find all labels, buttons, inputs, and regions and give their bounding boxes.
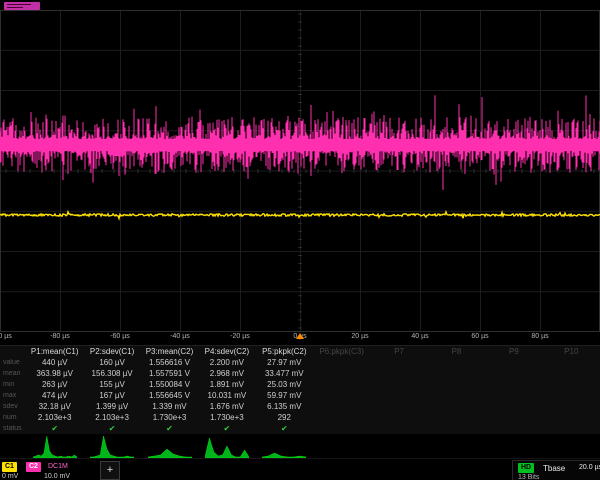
time-label: -40 µs — [170, 333, 190, 340]
measure-cell: 2.103e+3 — [83, 413, 140, 422]
time-label: -80 µs — [50, 333, 70, 340]
timebase-value: 20.0 µs/div — [579, 464, 600, 471]
measure-cell: 156.308 µV — [83, 369, 140, 378]
histicon-p1 — [33, 434, 77, 458]
oscilloscope-screen: -100 µs-80 µs-60 µs-40 µs-20 µs0 µs20 µs… — [0, 0, 600, 480]
time-label: 20 µs — [351, 333, 368, 340]
measure-cell: 474 µV — [26, 391, 83, 400]
measure-header-p7[interactable]: P7 — [370, 347, 427, 356]
time-label: 80 µs — [531, 333, 548, 340]
measure-cell: 1.556616 V — [141, 358, 198, 367]
measure-cell: 1.676 mV — [198, 402, 255, 411]
time-label: -20 µs — [230, 333, 250, 340]
measure-cell: 1.557591 V — [141, 369, 198, 378]
measure-header-p3[interactable]: P3:mean(C2) — [141, 347, 198, 356]
measure-cell: 25.03 mV — [256, 380, 313, 389]
measure-row-label: sdev — [0, 403, 26, 410]
measure-cell: 10.031 mV — [198, 391, 255, 400]
measure-cell: 2.968 mV — [198, 369, 255, 378]
measure-header-p1[interactable]: P1:mean(C1) — [26, 347, 83, 356]
measure-header-p8[interactable]: P8 — [428, 347, 485, 356]
vendor-logo — [4, 2, 40, 10]
timebase-panel[interactable]: HD Tbase 20.0 µs/div 13 Bits — [512, 460, 600, 480]
histicon-p2 — [90, 434, 134, 458]
descriptor-bar: C1 0 mV C2 DC1M 10.0 mV + HD Tbase 20.0 … — [0, 458, 600, 480]
measure-status: ✔ — [26, 424, 83, 433]
measure-cell: 1.730e+3 — [141, 413, 198, 422]
measure-header-p10[interactable]: P10 — [543, 347, 600, 356]
channel-c2-vdiv: 10.0 mV — [44, 473, 70, 480]
measure-status: ✔ — [256, 424, 313, 433]
channel-c1-badge[interactable]: C1 — [2, 462, 17, 472]
measure-header-p5[interactable]: P5:pkpk(C2) — [256, 347, 313, 356]
measure-cell: 2.103e+3 — [26, 413, 83, 422]
measure-cell: 1.399 µV — [83, 402, 140, 411]
measure-status: ✔ — [83, 424, 140, 433]
measure-cell: 167 µV — [83, 391, 140, 400]
measure-header-p2[interactable]: P2:sdev(C1) — [83, 347, 140, 356]
measure-row-label: status — [0, 425, 26, 432]
measure-cell: 440 µV — [26, 358, 83, 367]
trigger-position-marker[interactable] — [296, 333, 304, 339]
histicon-p3 — [148, 434, 192, 458]
measure-cell: 59.97 mV — [256, 391, 313, 400]
measure-cell: 33.477 mV — [256, 369, 313, 378]
measure-cell: 1.556645 V — [141, 391, 198, 400]
measure-header-p4[interactable]: P4:sdev(C2) — [198, 347, 255, 356]
measure-cell: 363.98 µV — [26, 369, 83, 378]
histicon-row — [0, 433, 600, 459]
measure-cell: 6.135 mV — [256, 402, 313, 411]
measure-status: ✔ — [198, 424, 255, 433]
measure-status: ✔ — [141, 424, 198, 433]
measure-cell: 1.891 mV — [198, 380, 255, 389]
time-label: 60 µs — [471, 333, 488, 340]
measure-cell: 155 µV — [83, 380, 140, 389]
histicon-p5 — [262, 434, 306, 458]
measure-cell: 263 µV — [26, 380, 83, 389]
measure-row-label: value — [0, 359, 26, 366]
measure-table: P1:mean(C1)P2:sdev(C1)P3:mean(C2)P4:sdev… — [0, 345, 600, 434]
measure-header-p9[interactable]: P9 — [485, 347, 542, 356]
timebase-label: Tbase — [543, 464, 565, 473]
measure-row-label: min — [0, 381, 26, 388]
hd-badge: HD — [518, 463, 534, 473]
measure-header-p6[interactable]: P6:pkpk(C3) — [313, 347, 370, 356]
timebase-bits: 13 Bits — [518, 474, 539, 480]
measure-cell: 160 µV — [83, 358, 140, 367]
measure-cell: 1.730e+3 — [198, 413, 255, 422]
plot-area[interactable] — [0, 10, 600, 332]
measure-cell: 2.200 mV — [198, 358, 255, 367]
measure-cell: 1.550084 V — [141, 380, 198, 389]
measure-cell: 32.18 µV — [26, 402, 83, 411]
measure-cell: 27.97 mV — [256, 358, 313, 367]
histicon-p4 — [205, 434, 249, 458]
time-label: -100 µs — [0, 333, 12, 340]
add-trace-button[interactable]: + — [100, 461, 120, 480]
channel-c1-value: 0 mV — [2, 473, 18, 480]
measure-cell: 292 — [256, 413, 313, 422]
time-label: -60 µs — [110, 333, 130, 340]
channel-c2-badge[interactable]: C2 — [26, 462, 41, 472]
measure-cell: 1.339 mV — [141, 402, 198, 411]
time-label: 40 µs — [411, 333, 428, 340]
measure-row-label: max — [0, 392, 26, 399]
measure-row-label: mean — [0, 370, 26, 377]
channel-c2-coupling: DC1M — [48, 463, 68, 470]
measure-row-label: num — [0, 414, 26, 421]
